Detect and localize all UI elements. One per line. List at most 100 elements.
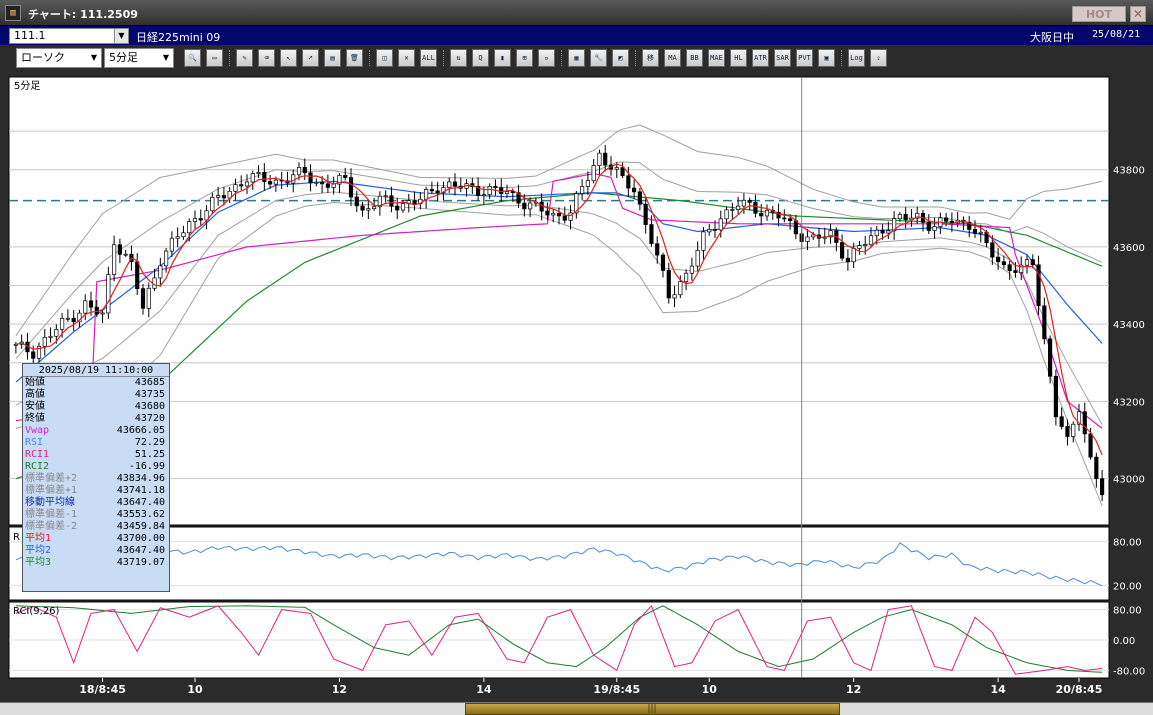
candle-body	[198, 218, 203, 221]
settings-grid-icon[interactable]: ▦	[568, 49, 585, 67]
atr-button[interactable]: ATR	[752, 49, 769, 67]
candle-body	[273, 179, 278, 185]
chart-type-select[interactable]: ローソク ▼	[16, 48, 102, 68]
data-window-row: 終値 43720	[23, 413, 169, 425]
candle-body	[655, 243, 660, 256]
candle-body	[782, 217, 787, 220]
candle-body	[712, 229, 718, 231]
candle-body	[164, 250, 169, 267]
compare-icon[interactable]: ⇅	[450, 49, 467, 67]
window-icon[interactable]: ▭	[206, 49, 223, 67]
trash-icon[interactable]: 🗑	[346, 49, 363, 67]
data-window-label: RSI	[25, 437, 44, 448]
export-icon[interactable]: ⇪	[870, 49, 887, 67]
pvt-button[interactable]: PVT	[796, 49, 813, 67]
data-window-label: RCI1	[25, 449, 50, 460]
rci-tick-label: 0.00	[1113, 636, 1135, 647]
data-window-label: Vwap	[25, 425, 50, 436]
interval-value: 5分足	[109, 51, 138, 64]
disabled-icon[interactable]: ▫	[538, 49, 555, 67]
frame-button[interactable]: ▣	[818, 49, 835, 67]
candle-body	[187, 221, 192, 234]
parabolic-button[interactable]: SAR	[774, 49, 791, 67]
toolbar-separator	[229, 50, 231, 66]
candle-body	[637, 191, 642, 205]
data-window-value: 43647.40	[116, 545, 165, 556]
wrench-icon[interactable]: 🔧	[590, 49, 607, 67]
candle-body	[788, 218, 793, 221]
candle-body	[395, 205, 400, 211]
zoom-icon[interactable]: 🔍	[184, 49, 201, 67]
candle-body	[603, 152, 608, 166]
candle-body	[1100, 478, 1105, 496]
toolbar-separator	[635, 50, 637, 66]
data-window-value: 43666.05	[116, 425, 165, 436]
cursor-icon[interactable]: ↖	[280, 49, 297, 67]
chevron-down-icon[interactable]: ▼	[159, 49, 173, 67]
price-tick-label: 43600	[1113, 243, 1145, 254]
memo-icon[interactable]: ▤	[324, 49, 341, 67]
candle-body	[551, 213, 556, 216]
mark-icon[interactable]: ◫	[376, 49, 393, 67]
data-window-label: 標準偏差+1	[25, 485, 78, 496]
candle-body	[556, 213, 562, 217]
candle-body	[978, 231, 983, 234]
candle-body	[672, 294, 677, 299]
candle-body	[620, 167, 625, 177]
step-icon[interactable]: ⊞	[516, 49, 533, 67]
data-window-row: 標準偏差+2 43834.96	[23, 473, 169, 485]
search-chart-icon[interactable]: Q	[472, 49, 489, 67]
candle-body	[429, 189, 434, 192]
hl-button[interactable]: HL	[730, 49, 747, 67]
mae-button[interactable]: MAE	[708, 49, 725, 67]
eraser-icon[interactable]: ⌫	[258, 49, 275, 67]
instrument-name: 日経225mini 09	[136, 31, 221, 44]
bar-chart-icon[interactable]: ▮	[494, 49, 511, 67]
candle-body	[54, 329, 59, 337]
log-button[interactable]: Log	[848, 49, 865, 67]
data-window-row: Vwap 43666.05	[23, 425, 169, 437]
bb-button[interactable]: BB	[686, 49, 703, 67]
candle-body	[31, 351, 36, 359]
chevron-down-icon[interactable]: ▼	[87, 49, 101, 67]
candle-body	[851, 248, 856, 263]
rci-tick-label: 80.00	[1113, 606, 1142, 617]
ma-button[interactable]: MA	[664, 49, 681, 67]
pen-icon[interactable]: ✎	[236, 49, 253, 67]
candle-body	[724, 209, 729, 220]
data-window-row: 始値 43685	[23, 377, 169, 389]
candle-body	[597, 152, 602, 166]
moving-average-button[interactable]: 移	[642, 49, 659, 67]
candle-body	[932, 226, 937, 231]
title-bar[interactable]: ▥ チャート: 111.2509 HOT ✕	[0, 0, 1153, 26]
close-icon[interactable]: ✕	[1130, 6, 1146, 22]
candle-body	[1082, 411, 1087, 435]
x-axis-label: 19/8:45	[593, 683, 640, 696]
data-window-label: 始値	[25, 377, 45, 388]
data-window-label: 標準偏差+2	[25, 473, 78, 484]
candle-body	[383, 195, 388, 198]
candle-body	[239, 184, 244, 187]
chevron-down-icon[interactable]: ▼	[114, 29, 128, 43]
color-icon[interactable]: ◩	[612, 49, 629, 67]
data-window-row: 平均3 43719.07	[23, 557, 169, 569]
candle-body	[897, 214, 902, 220]
window-title: チャート: 111.2509	[28, 8, 138, 21]
arrow-icon[interactable]: ➚	[302, 49, 319, 67]
candle-body	[585, 180, 590, 187]
candle-body	[591, 165, 596, 181]
mark-delete-icon[interactable]: ✕	[398, 49, 415, 67]
chart-area[interactable]: 43800 43600 43400 43200 43000 80.00 20.00 80.00…	[0, 72, 1153, 702]
candle-body	[400, 203, 406, 211]
candle-body	[614, 167, 619, 170]
candle-body	[348, 177, 354, 198]
candle-body	[65, 317, 70, 320]
all-delete-icon[interactable]: ALL	[420, 49, 437, 67]
candle-body	[759, 212, 764, 217]
interval-select[interactable]: 5分足 ▼	[104, 48, 174, 68]
candle-body	[146, 287, 151, 309]
symbol-input[interactable]: 111.1 ▼	[9, 28, 129, 44]
data-window-row: 標準偏差-2 43459.84	[23, 521, 169, 533]
hot-button[interactable]: HOT	[1072, 6, 1126, 22]
symbol-code: 111.1	[14, 29, 46, 42]
